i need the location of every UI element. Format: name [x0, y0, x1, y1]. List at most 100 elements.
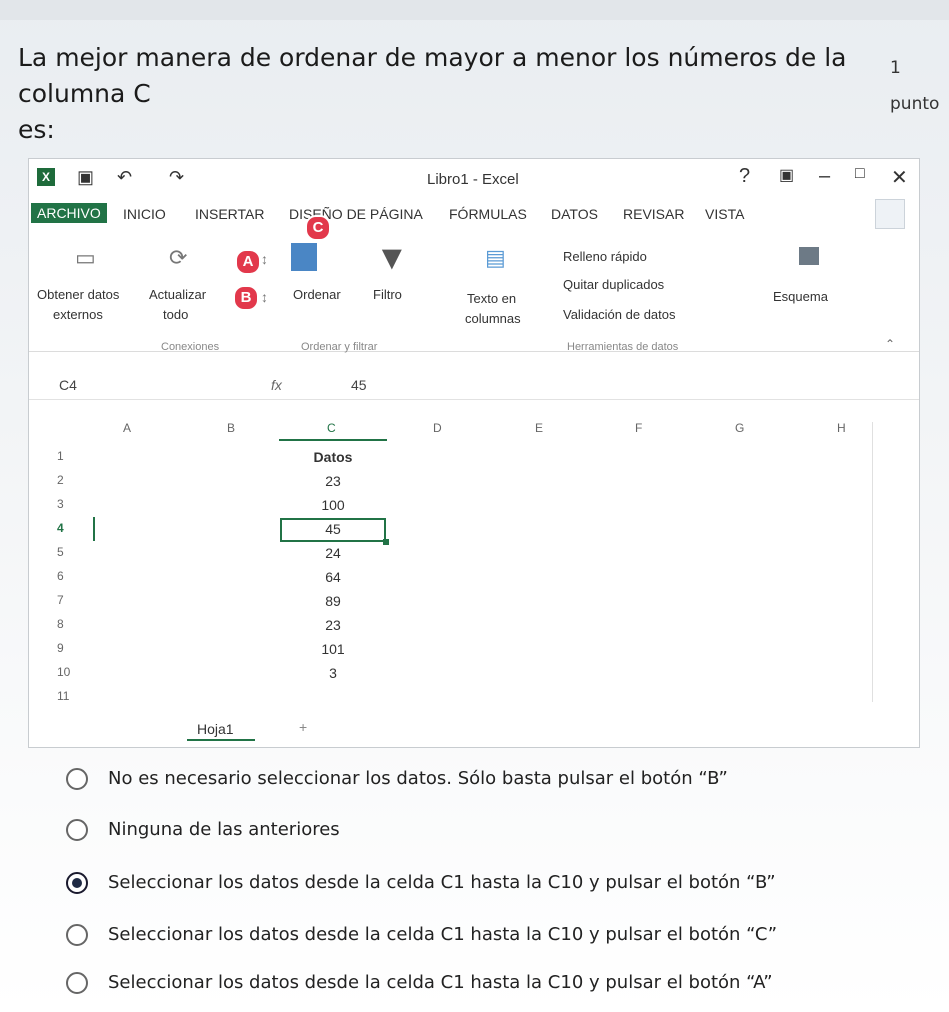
cell-c: 101	[321, 641, 345, 657]
obtener-datos-label: Obtener datos	[37, 287, 120, 302]
table-row: 4 45	[29, 517, 919, 541]
tab-insertar: INSERTAR	[195, 206, 265, 222]
sort-az-icon	[291, 243, 317, 271]
table-row: 6 64	[29, 565, 919, 589]
vertical-scrollbar	[872, 422, 891, 702]
cell-c: 24	[325, 545, 341, 561]
radio-button[interactable]	[66, 972, 88, 994]
ribbon-tabs: ARCHIVO INICIO INSERTAR DISEÑO DE PÁGINA…	[29, 199, 919, 241]
radio-button-selected[interactable]	[66, 872, 88, 894]
filtro-label: Filtro	[373, 287, 402, 302]
quitar-duplicados-label: Quitar duplicados	[563, 277, 665, 292]
columnas-label: columnas	[465, 311, 521, 326]
ribbon: ▭ Obtener datos externos ⟳ Actualizar to…	[29, 231, 919, 353]
group-herramientas: Herramientas de datos	[567, 341, 679, 353]
close-icon: ✕	[891, 167, 908, 189]
group-ordenar-filtrar: Ordenar y filtrar	[301, 341, 378, 353]
undo-icon: ↶	[117, 167, 133, 187]
cell-c: 23	[325, 617, 341, 633]
minimize-icon: –	[819, 165, 831, 187]
ribbon-display-icon: ▣	[779, 167, 795, 184]
collapse-ribbon-icon: ⌃	[885, 337, 896, 351]
option-2[interactable]: Ninguna de las anteriores	[66, 817, 926, 845]
option-1[interactable]: No es necesario seleccionar los datos. S…	[66, 766, 926, 794]
badge-b: B	[233, 285, 259, 311]
tab-datos: DATOS	[551, 206, 598, 222]
relleno-rapido-label: Relleno rápido	[563, 249, 647, 264]
option-label[interactable]: Seleccionar los datos desde la celda C1 …	[108, 924, 777, 945]
text-to-columns-icon: ▤	[485, 245, 506, 270]
selected-row-indicator	[93, 517, 95, 541]
active-cell	[280, 518, 386, 542]
sheet-tab: Hoja1	[197, 721, 234, 737]
sort-asc-icon: ↕	[261, 251, 268, 267]
table-row: 10 3	[29, 661, 919, 685]
option-5[interactable]: Seleccionar los datos desde la celda C1 …	[66, 970, 926, 998]
outline-icon	[799, 247, 819, 265]
option-label[interactable]: Seleccionar los datos desde la celda C1 …	[108, 872, 776, 893]
window-title: Libro1 - Excel	[427, 171, 519, 188]
option-3[interactable]: Seleccionar los datos desde la celda C1 …	[66, 870, 926, 898]
tab-archivo: ARCHIVO	[31, 203, 107, 223]
tab-inicio: INICIO	[123, 206, 166, 222]
excel-logo-icon: X	[37, 168, 55, 186]
name-box: C4	[59, 377, 77, 393]
question-text-line2: es:	[18, 115, 55, 144]
row-number: 5	[57, 545, 64, 559]
table-row: 2 23	[29, 469, 919, 493]
question-text-line1: La mejor manera de ordenar de mayor a me…	[18, 43, 847, 108]
col-f: F	[635, 421, 643, 435]
formula-bar: C4 fx 45	[29, 369, 919, 400]
tab-formulas: FÓRMULAS	[449, 206, 527, 222]
texto-en-label: Texto en	[467, 291, 517, 306]
add-sheet-icon: +	[299, 719, 308, 735]
question: La mejor manera de ordenar de mayor a me…	[18, 40, 939, 148]
sheet-tab-underline	[187, 739, 255, 741]
badge-a: A	[235, 249, 261, 275]
redo-icon: ↷	[169, 167, 185, 187]
cell-c: 23	[325, 473, 341, 489]
maximize-icon: □	[855, 165, 865, 182]
row-number: 8	[57, 617, 64, 631]
table-row: 8 23	[29, 613, 919, 637]
row-number: 9	[57, 641, 64, 655]
row-number: 6	[57, 569, 64, 583]
ordenar-label: Ordenar	[293, 287, 341, 302]
tab-revisar: REVISAR	[623, 206, 685, 222]
table-row: 1 Datos	[29, 445, 919, 469]
cell-c: 100	[321, 497, 345, 513]
fill-handle	[383, 539, 389, 545]
validacion-label: Validación de datos	[563, 307, 676, 322]
filter-icon: ▼	[375, 239, 409, 277]
row-number: 1	[57, 449, 64, 463]
sort-desc-icon: ↕	[261, 289, 268, 305]
option-4[interactable]: Seleccionar los datos desde la celda C1 …	[66, 922, 926, 950]
radio-button[interactable]	[66, 924, 88, 946]
row-number: 2	[57, 473, 64, 487]
option-label[interactable]: Ninguna de las anteriores	[108, 819, 340, 840]
col-c: C	[327, 421, 336, 435]
row-number: 11	[57, 689, 70, 703]
cell-c: 3	[329, 665, 337, 681]
excel-titlebar: X ▣ ↶ ↷ Libro1 - Excel ? ▣ – □ ✕	[29, 159, 919, 195]
user-avatar	[875, 199, 905, 229]
table-row: 7 89	[29, 589, 919, 613]
col-a: A	[123, 421, 132, 435]
excel-screenshot: X ▣ ↶ ↷ Libro1 - Excel ? ▣ – □ ✕ ARCHIVO…	[28, 158, 920, 748]
row-number: 3	[57, 497, 64, 511]
col-g: G	[735, 421, 745, 435]
col-d: D	[433, 421, 442, 435]
formula-value: 45	[351, 377, 367, 393]
row-number: 10	[57, 665, 71, 679]
radio-button[interactable]	[66, 819, 88, 841]
todo-label: todo	[163, 307, 189, 322]
fx-icon: fx	[271, 377, 282, 393]
option-label[interactable]: No es necesario seleccionar los datos. S…	[108, 768, 728, 789]
col-h: H	[837, 421, 846, 435]
refresh-all-icon: ⟳	[169, 245, 188, 270]
radio-button[interactable]	[66, 768, 88, 790]
row-number: 7	[57, 593, 64, 607]
table-row: 9 101	[29, 637, 919, 661]
option-label[interactable]: Seleccionar los datos desde la celda C1 …	[108, 972, 773, 993]
tab-vista: VISTA	[705, 206, 745, 222]
